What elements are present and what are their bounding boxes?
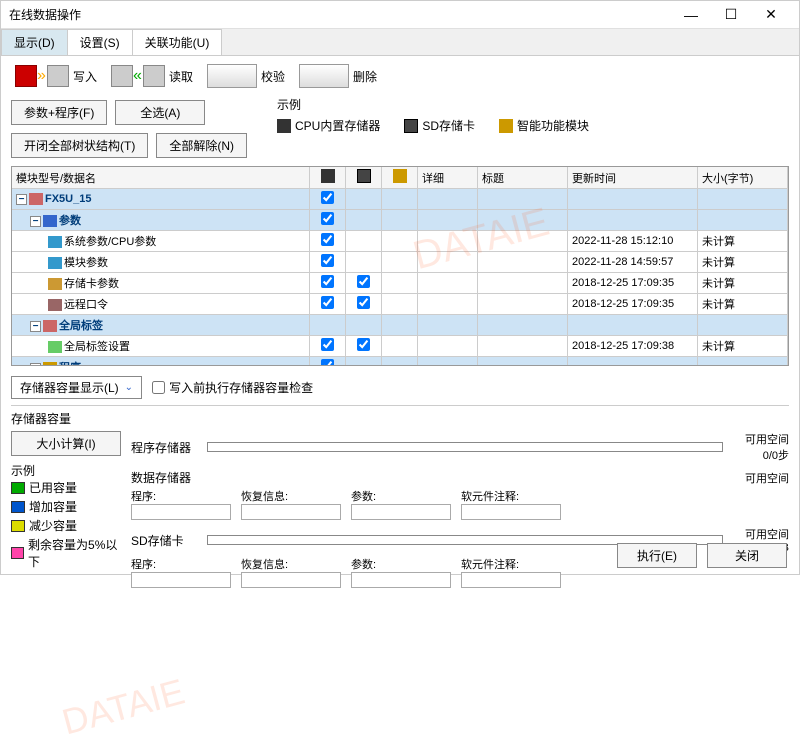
check-item[interactable] (321, 296, 334, 309)
param-icon (43, 215, 57, 227)
data-table[interactable]: DATAIE 模块型号/数据名 详细 标题 更新时间 大小(字节) −FX5U_… (11, 166, 789, 366)
check-item[interactable] (321, 275, 334, 288)
program-memory-block: 程序存储器 可用空间0/0步 (131, 431, 789, 463)
field-restore-sd (241, 572, 341, 588)
write-label: 写入 (73, 68, 97, 85)
maximize-button[interactable]: ☐ (711, 6, 751, 23)
check-param[interactable] (321, 212, 334, 225)
storage-title: 存储器容量 (11, 410, 789, 427)
sd-icon (404, 119, 418, 133)
chip-icon (277, 119, 291, 133)
table-row[interactable]: 远程口令 2018-12-25 17:09:35 未计算 (12, 294, 788, 315)
tab-related[interactable]: 关联功能(U) (132, 29, 223, 55)
field-restore (241, 504, 341, 520)
check-item-sd[interactable] (357, 275, 370, 288)
table-row[interactable]: 系统参数/CPU参数 2022-11-28 15:12:10 未计算 (12, 231, 788, 252)
read-button[interactable]: « 读取 (107, 63, 197, 89)
watermark: DATAIE (58, 671, 189, 743)
legend-title: 示例 (277, 96, 589, 113)
col-sd[interactable] (346, 167, 382, 189)
tab-display[interactable]: 显示(D) (1, 29, 68, 55)
module-icon (393, 169, 407, 183)
write-button[interactable]: » 写入 (11, 63, 101, 89)
module-icon (499, 119, 513, 133)
col-title[interactable]: 标题 (478, 167, 568, 189)
chevron-down-icon: ⌄ (125, 382, 133, 393)
field-comment (461, 504, 561, 520)
delete-button[interactable]: 删除 (295, 62, 381, 90)
window-title: 在线数据操作 (9, 6, 671, 23)
tree-cat-label[interactable]: −全局标签 (12, 315, 788, 336)
item-icon (48, 299, 62, 311)
program-memory-bar (207, 442, 723, 452)
field-param-sd (351, 572, 451, 588)
program-icon (43, 362, 57, 366)
delete-icon (299, 64, 349, 88)
label-icon (43, 320, 57, 332)
table-row[interactable]: 模块参数 2022-11-28 14:59:57 未计算 (12, 252, 788, 273)
table-row[interactable]: 存储卡参数 2018-12-25 17:09:35 未计算 (12, 273, 788, 294)
check-item-sd[interactable] (357, 338, 370, 351)
verify-label: 校验 (261, 68, 285, 85)
check-root[interactable] (321, 191, 334, 204)
legend-cpu-mem: CPU内置存储器 (277, 117, 380, 134)
check-program[interactable] (321, 359, 334, 366)
close-button[interactable]: ✕ (751, 6, 791, 23)
col-detail[interactable]: 详细 (418, 167, 478, 189)
col-module[interactable] (382, 167, 418, 189)
field-param (351, 504, 451, 520)
deselect-all-button[interactable]: 全部解除(N) (156, 133, 247, 158)
col-chip[interactable] (310, 167, 346, 189)
legend-sd-card: SD存储卡 (404, 117, 475, 134)
item-icon (48, 236, 62, 248)
verify-button[interactable]: 校验 (203, 62, 289, 90)
minimize-button[interactable]: — (671, 7, 711, 23)
chip-icon (321, 169, 335, 183)
execute-button[interactable]: 执行(E) (617, 543, 697, 568)
legend-remain5: 剩余容量为5%以下 (11, 536, 121, 570)
read-label: 读取 (169, 68, 193, 85)
param-program-button[interactable]: 参数+程序(F) (11, 100, 107, 125)
open-tree-button[interactable]: 开闭全部树状结构(T) (11, 133, 148, 158)
col-size[interactable]: 大小(字节) (698, 167, 788, 189)
field-prog (131, 504, 231, 520)
check-item[interactable] (321, 254, 334, 267)
delete-label: 删除 (353, 68, 377, 85)
verify-icon (207, 64, 257, 88)
toggle-icon[interactable]: − (30, 216, 41, 227)
pre-write-check[interactable]: 写入前执行存储器容量检查 (152, 379, 313, 396)
toggle-icon[interactable]: − (30, 321, 41, 332)
item-icon (48, 278, 62, 290)
field-prog-sd (131, 572, 231, 588)
tab-settings[interactable]: 设置(S) (67, 29, 133, 55)
legend-title: 示例 (11, 462, 121, 479)
size-calc-button[interactable]: 大小计算(I) (11, 431, 121, 456)
close-dialog-button[interactable]: 关闭 (707, 543, 787, 568)
check-item-sd[interactable] (357, 296, 370, 309)
plc-icon (29, 193, 43, 205)
mem-display-button[interactable]: 存储器容量显示(L) ⌄ (11, 376, 142, 399)
select-all-button[interactable]: 全选(A) (115, 100, 205, 125)
col-update[interactable]: 更新时间 (568, 167, 698, 189)
item-icon (48, 257, 62, 269)
table-row[interactable]: 全局标签设置 2018-12-25 17:09:38 未计算 (12, 336, 788, 357)
pre-write-checkbox[interactable] (152, 381, 165, 394)
toggle-icon[interactable]: − (30, 363, 41, 366)
item-icon (48, 341, 62, 353)
check-item[interactable] (321, 233, 334, 246)
field-comment-sd (461, 572, 561, 588)
check-item[interactable] (321, 338, 334, 351)
tree-root[interactable]: −FX5U_15 (12, 189, 788, 210)
legend-decrease: 减少容量 (11, 517, 121, 534)
tree-cat-program[interactable]: −程序 (12, 357, 788, 367)
tree-cat-param[interactable]: −参数 (12, 210, 788, 231)
legend-smart-module: 智能功能模块 (499, 117, 589, 134)
legend-increase: 增加容量 (11, 498, 121, 515)
sd-icon (357, 169, 371, 183)
toggle-icon[interactable]: − (16, 194, 27, 205)
col-name[interactable]: 模块型号/数据名 (12, 167, 310, 189)
legend-used: 已用容量 (11, 479, 121, 496)
data-memory-block: 数据存储器 可用空间 程序: 恢复信息: 参数: 软元件注释: (131, 469, 789, 520)
